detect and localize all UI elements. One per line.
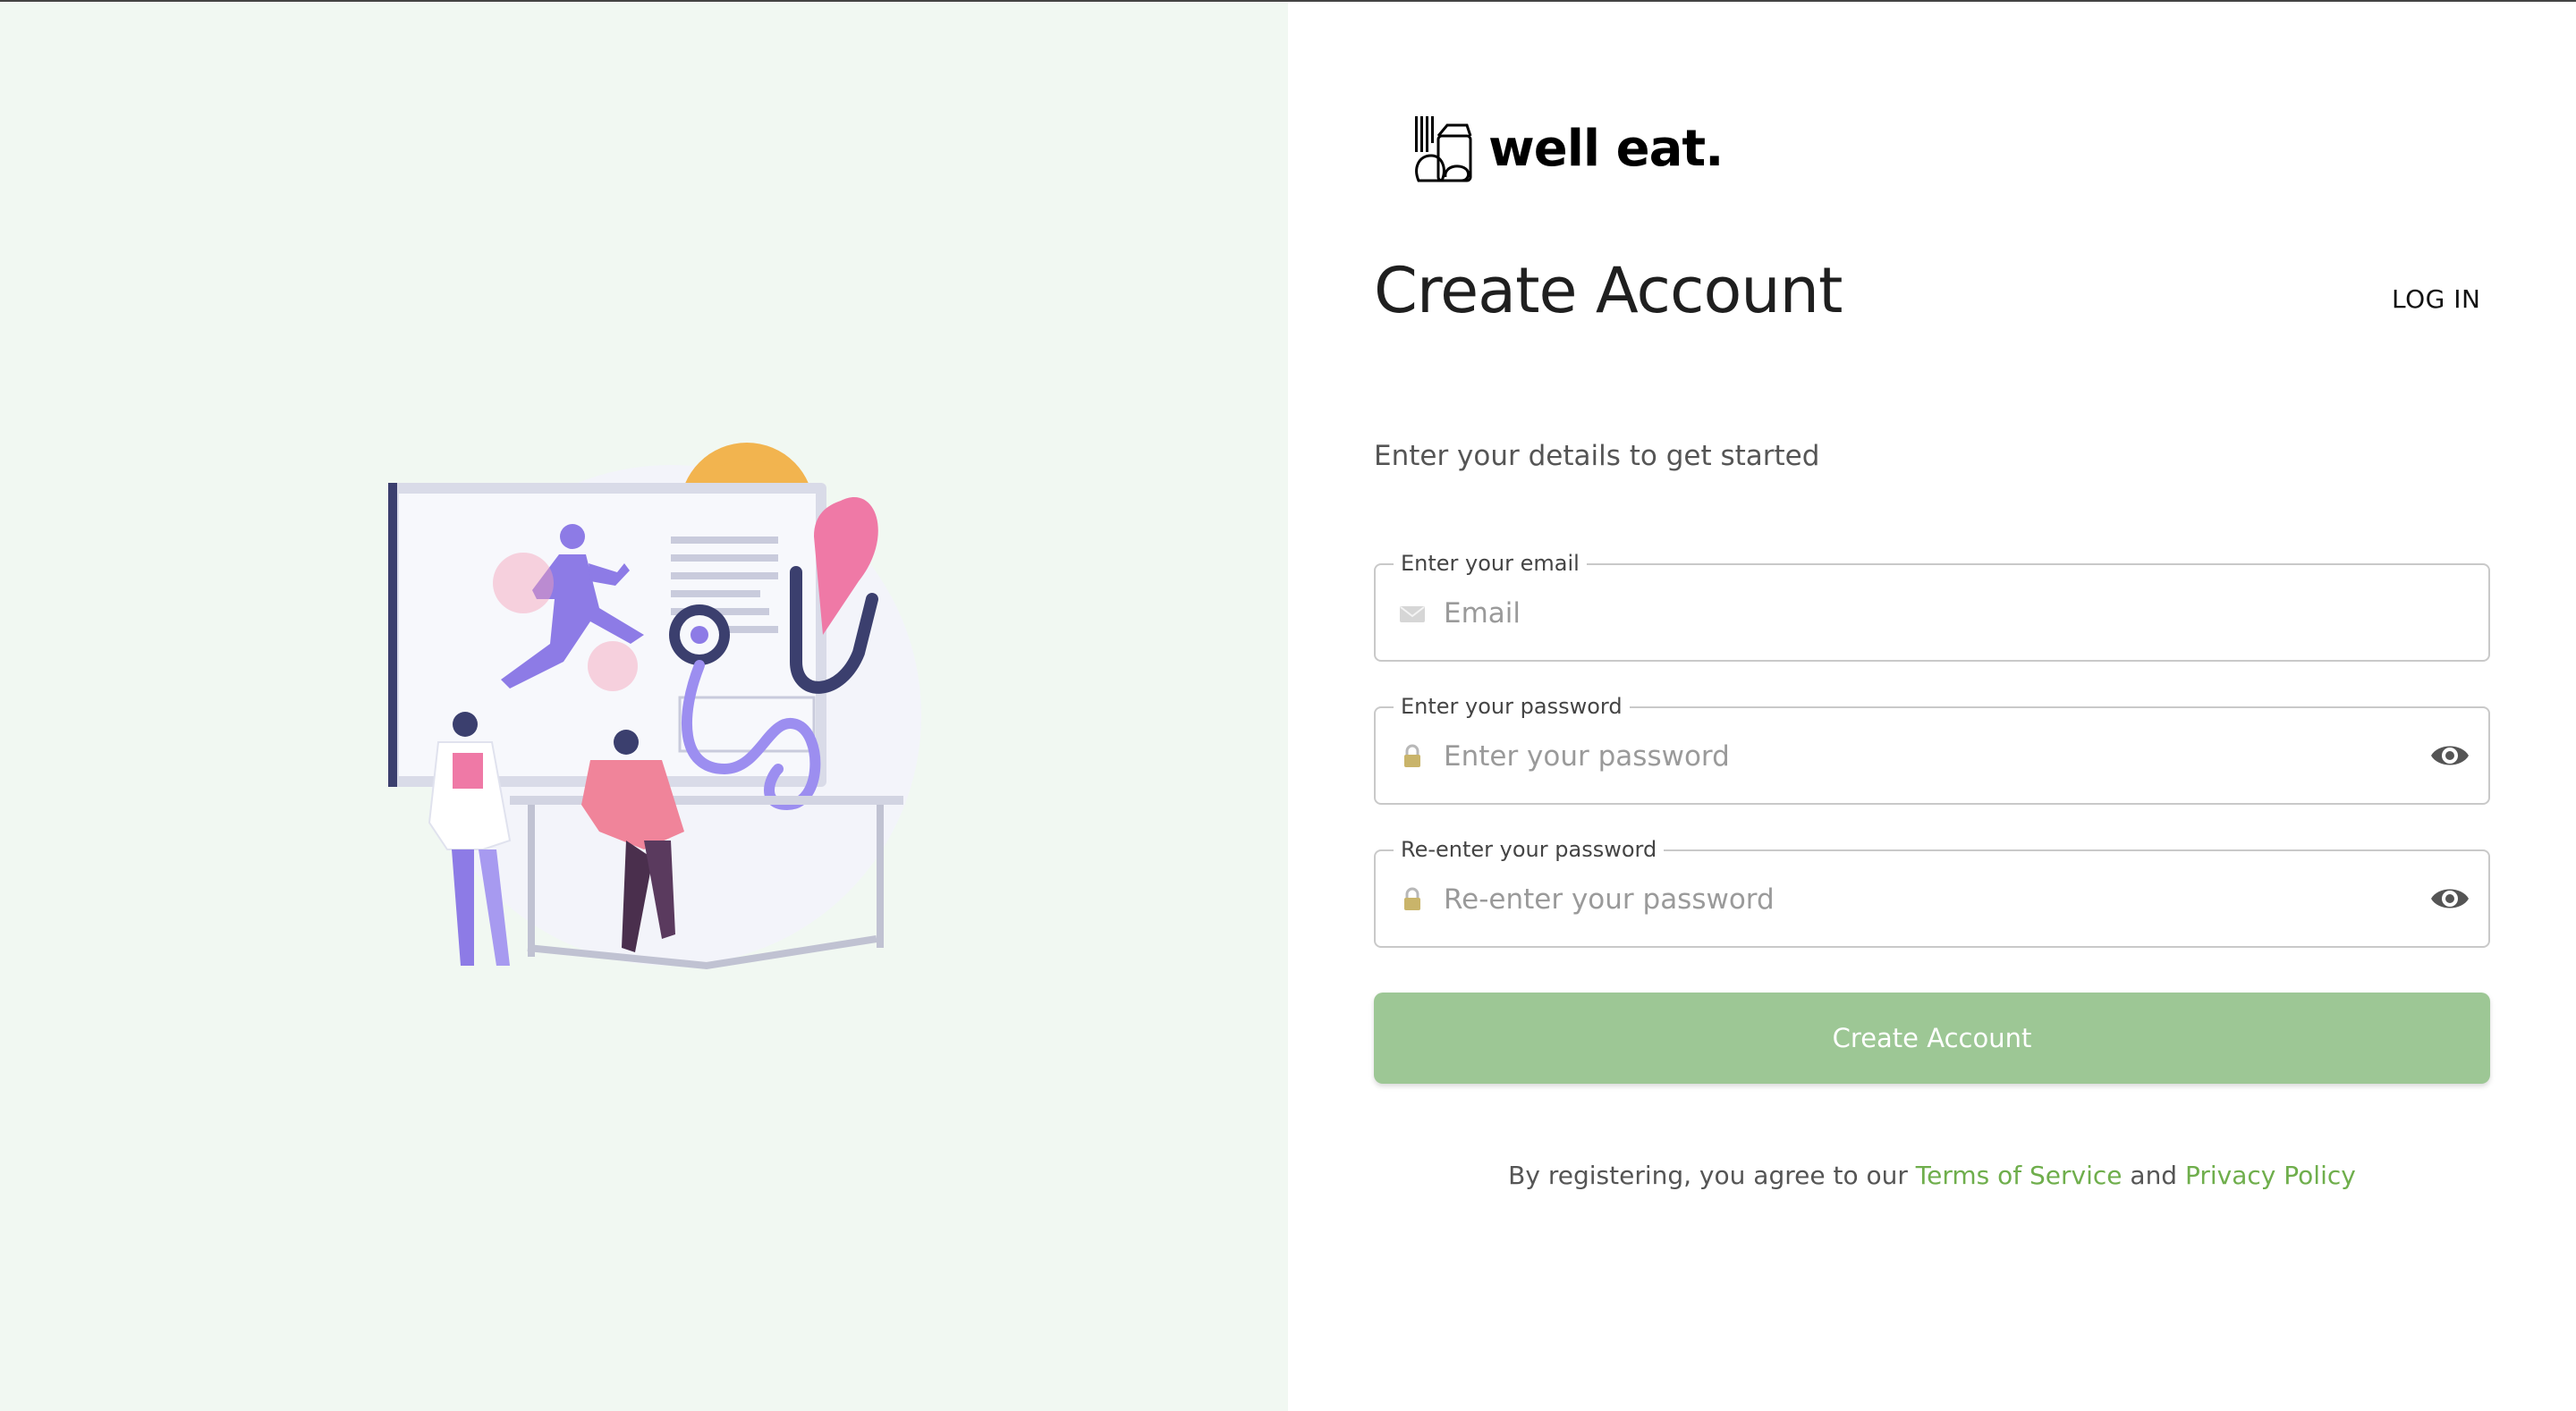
- eye-icon[interactable]: [2429, 738, 2470, 773]
- email-field[interactable]: Enter your email: [1374, 551, 2490, 662]
- create-account-button[interactable]: Create Account: [1374, 993, 2490, 1084]
- email-field-label: Enter your email: [1394, 551, 1587, 576]
- password-field-label: Enter your password: [1394, 694, 1630, 719]
- brand-logo: well eat.: [1411, 114, 1724, 184]
- legal-conjunction: and: [2130, 1161, 2178, 1190]
- groceries-icon: [1415, 116, 1472, 182]
- terms-of-service-link[interactable]: Terms of Service: [1916, 1161, 2123, 1190]
- password-field[interactable]: Enter your password: [1374, 694, 2490, 805]
- legal-notice: By registering, you agree to our Terms o…: [1374, 1161, 2490, 1190]
- confirm-password-field[interactable]: Re-enter your password: [1374, 837, 2490, 948]
- confirm-password-input[interactable]: [1442, 869, 2394, 930]
- confirm-password-field-label: Re-enter your password: [1394, 837, 1665, 862]
- mail-icon: [1400, 606, 1425, 622]
- email-input[interactable]: [1442, 583, 2394, 644]
- page-title: Create Account: [1374, 254, 1843, 327]
- lock-icon: [1404, 744, 1420, 767]
- legal-prefix: By registering, you agree to our: [1508, 1161, 1908, 1190]
- privacy-policy-link[interactable]: Privacy Policy: [2185, 1161, 2356, 1190]
- lock-icon: [1404, 887, 1420, 910]
- login-link[interactable]: LOG IN: [2392, 284, 2480, 314]
- eye-icon[interactable]: [2429, 881, 2470, 917]
- illustration-panel: [0, 2, 1288, 1411]
- password-input[interactable]: [1442, 726, 2394, 787]
- brand-name: well eat.: [1488, 120, 1724, 178]
- form-subtitle: Enter your details to get started: [1374, 440, 1820, 472]
- health-checkup-illustration: [388, 443, 921, 970]
